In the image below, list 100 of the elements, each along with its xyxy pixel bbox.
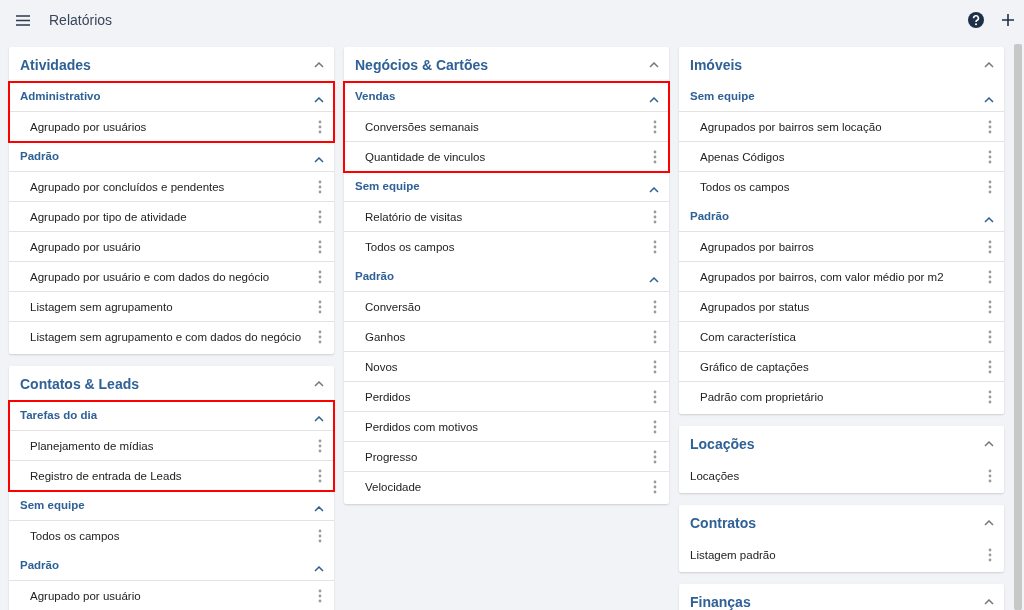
more-options-icon[interactable]	[318, 179, 322, 194]
more-options-icon[interactable]	[988, 299, 992, 314]
group-title: Sem equipe	[355, 180, 420, 194]
scrollbar[interactable]	[1014, 44, 1022, 610]
more-options-icon[interactable]	[318, 299, 322, 314]
more-options-icon[interactable]	[653, 240, 657, 254]
report-link[interactable]: Novos	[365, 360, 398, 373]
more-options-icon[interactable]	[653, 329, 657, 344]
group-title: Administrativo	[20, 90, 101, 104]
group-title: Sem equipe	[20, 499, 85, 513]
report-link[interactable]: Relatório de visitas	[365, 210, 463, 223]
more-options-icon[interactable]	[988, 119, 992, 134]
more-options-icon[interactable]	[988, 180, 992, 194]
chevron-up-icon[interactable]	[984, 440, 994, 447]
more-options-icon[interactable]	[653, 480, 657, 494]
chevron-up-icon[interactable]	[649, 277, 659, 283]
group-title: Sem equipe	[690, 90, 755, 104]
report-link[interactable]: Listagem sem agrupamento	[30, 300, 173, 313]
more-options-icon[interactable]	[318, 469, 322, 483]
more-options-icon[interactable]	[318, 239, 322, 254]
report-link[interactable]: Perdidos com motivos	[365, 420, 479, 433]
report-link[interactable]: Agrupados por status	[700, 300, 810, 313]
group-title: Vendas	[355, 90, 396, 104]
more-options-icon[interactable]	[318, 589, 322, 603]
help-icon[interactable]	[968, 12, 984, 28]
more-options-icon[interactable]	[988, 548, 992, 562]
chevron-up-icon[interactable]	[314, 416, 324, 422]
report-link[interactable]: Agrupado por usuário e com dados do negócio	[30, 270, 270, 283]
more-options-icon[interactable]	[988, 149, 992, 164]
report-link[interactable]: Locações	[690, 470, 740, 482]
more-options-icon[interactable]	[988, 239, 992, 254]
chevron-up-icon[interactable]	[984, 598, 994, 605]
report-link[interactable]: Listagem sem agrupamento e com dados do negócio	[30, 331, 302, 343]
more-options-icon[interactable]	[653, 209, 657, 224]
more-options-icon[interactable]	[988, 469, 992, 483]
report-link[interactable]: Agrupado por concluídos e pendentes	[30, 180, 225, 193]
more-options-icon[interactable]	[653, 150, 657, 164]
plus-icon[interactable]	[1002, 14, 1014, 26]
more-options-icon[interactable]	[653, 359, 657, 374]
more-options-icon[interactable]	[988, 390, 992, 404]
more-options-icon[interactable]	[318, 269, 322, 284]
report-link[interactable]: Agrupado por tipo de atividade	[30, 210, 187, 223]
group-title: Padrão	[690, 210, 729, 224]
report-link[interactable]: Todos os campos	[700, 181, 790, 193]
report-link[interactable]: Agrupados por bairros, com valor médio por m2	[700, 270, 944, 283]
report-link[interactable]: Agrupados por bairros sem locação	[700, 120, 882, 133]
more-options-icon[interactable]	[318, 438, 322, 453]
card-title: Atividades	[20, 56, 91, 73]
more-options-icon[interactable]	[318, 120, 322, 134]
report-link[interactable]: Registro de entrada de Leads	[30, 470, 182, 482]
more-options-icon[interactable]	[653, 299, 657, 314]
report-link[interactable]: Agrupado por usuário	[30, 590, 141, 602]
card-title: Contatos & Leads	[20, 375, 139, 392]
report-link[interactable]: Agrupado por usuário	[30, 240, 141, 253]
report-link[interactable]: Velocidade	[365, 481, 422, 493]
more-options-icon[interactable]	[653, 119, 657, 134]
chevron-up-icon[interactable]	[649, 97, 659, 103]
chevron-up-icon[interactable]	[984, 61, 994, 68]
more-options-icon[interactable]	[318, 529, 322, 543]
more-options-icon[interactable]	[653, 449, 657, 464]
more-options-icon[interactable]	[988, 329, 992, 344]
chevron-up-icon[interactable]	[984, 97, 994, 103]
card-title: Locações	[690, 435, 755, 452]
report-link[interactable]: Planejamento de mídias	[30, 439, 154, 452]
report-link[interactable]: Perdidos	[365, 390, 411, 403]
report-link[interactable]: Agrupados por bairros	[700, 240, 814, 253]
chevron-up-icon[interactable]	[314, 97, 324, 103]
chevron-up-icon[interactable]	[984, 217, 994, 223]
group-title: Padrão	[20, 150, 59, 164]
report-link[interactable]: Conversões semanais	[365, 120, 479, 133]
chevron-up-icon[interactable]	[314, 61, 324, 68]
report-link[interactable]: Com característica	[700, 330, 796, 343]
more-options-icon[interactable]	[988, 269, 992, 284]
report-link[interactable]: Listagem padrão	[690, 549, 776, 561]
chevron-up-icon[interactable]	[314, 506, 324, 512]
report-link[interactable]: Gráfico de captações	[700, 360, 809, 373]
group-title: Padrão	[355, 270, 394, 284]
report-link[interactable]: Quantidade de vinculos	[365, 151, 486, 163]
report-link[interactable]: Ganhos	[365, 330, 406, 343]
report-link[interactable]: Apenas Códigos	[700, 150, 785, 163]
more-options-icon[interactable]	[653, 389, 657, 404]
report-link[interactable]: Progresso	[365, 450, 418, 463]
menu-icon[interactable]	[16, 14, 30, 26]
report-link[interactable]: Agrupado por usuários	[30, 121, 147, 133]
more-options-icon[interactable]	[318, 330, 322, 344]
card-title: Negócios & Cartões	[355, 56, 489, 73]
chevron-up-icon[interactable]	[314, 566, 324, 572]
chevron-up-icon[interactable]	[314, 380, 324, 387]
chevron-up-icon[interactable]	[649, 61, 659, 68]
more-options-icon[interactable]	[988, 359, 992, 374]
chevron-up-icon[interactable]	[649, 187, 659, 193]
group-title: Tarefas do dia	[20, 409, 98, 423]
more-options-icon[interactable]	[318, 209, 322, 224]
report-link[interactable]: Padrão com proprietário	[700, 391, 824, 403]
report-link[interactable]: Conversão	[365, 300, 421, 313]
chevron-up-icon[interactable]	[984, 519, 994, 526]
report-link[interactable]: Todos os campos	[365, 241, 455, 253]
report-link[interactable]: Todos os campos	[30, 530, 120, 542]
more-options-icon[interactable]	[653, 419, 657, 434]
chevron-up-icon[interactable]	[314, 157, 324, 163]
